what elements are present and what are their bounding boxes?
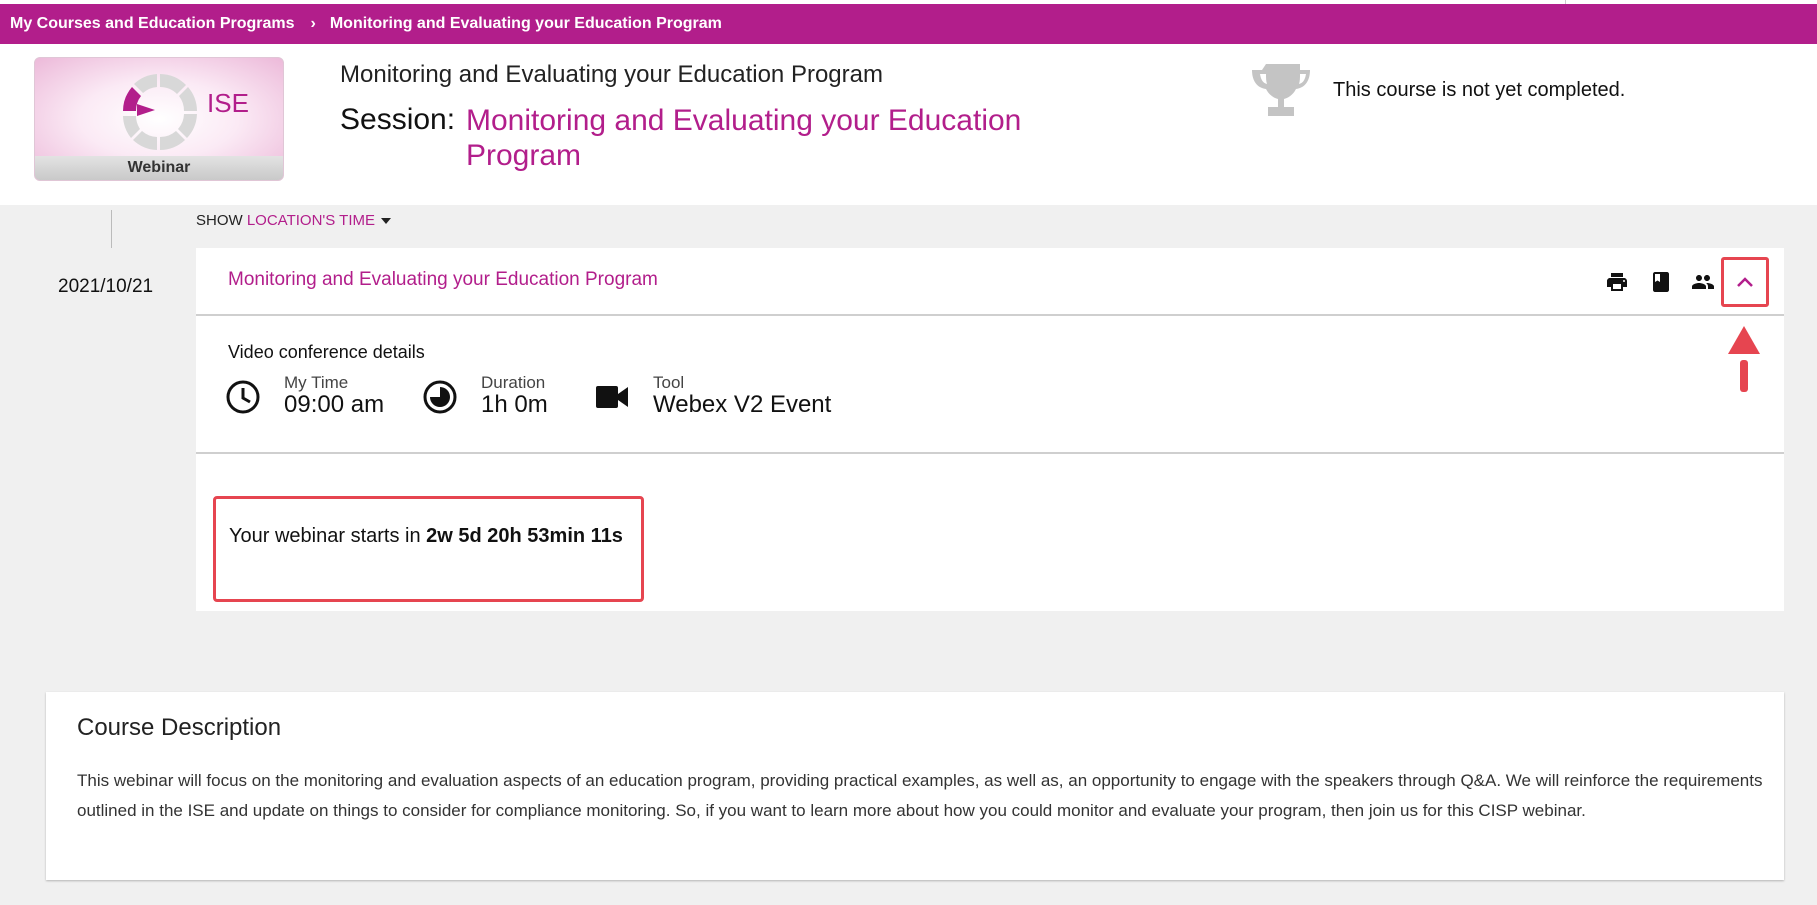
duration-value: 1h 0m [481, 391, 548, 418]
breadcrumb-current: Monitoring and Evaluating your Education… [329, 15, 722, 32]
countdown-highlight: Your webinar starts in 2w 5d 20h 53min 1… [213, 496, 644, 602]
thumbnail-type-label: Webinar [35, 156, 283, 180]
video-camera-icon [596, 386, 628, 408]
course-description-text: This webinar will focus on the monitorin… [77, 771, 1763, 820]
breadcrumb-separator: › [310, 15, 316, 32]
timeline-line [111, 210, 112, 248]
session-card: Monitoring and Evaluating your Education… [196, 248, 1784, 611]
collapse-button[interactable] [1721, 257, 1769, 307]
course-thumbnail: ISE Webinar [34, 57, 284, 181]
session-date: 2021/10/21 [58, 276, 154, 297]
tool-value: Webex V2 Event [653, 391, 832, 418]
countdown-prefix: Your webinar starts in [229, 525, 421, 547]
ise-logo-icon [123, 74, 197, 150]
session-name: Monitoring and Evaluating your Education… [466, 104, 1022, 172]
caret-down-icon[interactable] [381, 218, 392, 225]
annotation-arrow-shaft [1740, 360, 1748, 392]
course-header: ISE Webinar Monitoring and Evaluating yo… [0, 44, 1817, 205]
my-time-value: 09:00 am [284, 391, 385, 418]
timezone-option[interactable]: LOCATION'S TIME [247, 212, 375, 229]
session-label: Session: [340, 103, 456, 136]
tool: Tool Webex V2 Event [653, 374, 831, 418]
countdown-value: 2w 5d 20h 53min 11s [426, 525, 623, 547]
video-conference-heading: Video conference details [228, 342, 425, 362]
show-label: SHOW [196, 212, 243, 229]
timezone-toggle[interactable]: SHOW LOCATION'S TIME [196, 212, 392, 229]
duration: Duration 1h 0m [481, 374, 548, 418]
duration-label: Duration [481, 373, 546, 392]
people-icon[interactable] [1690, 270, 1716, 294]
trophy-icon [1252, 64, 1310, 116]
book-icon[interactable] [1649, 270, 1673, 294]
course-description-heading: Course Description [77, 714, 282, 741]
breadcrumb: My Courses and Education Programs › Moni… [0, 4, 1817, 44]
video-conference-details: Video conference details My Time 09:00 a… [196, 316, 1784, 454]
annotation-arrow-head [1728, 326, 1760, 354]
thumbnail-badge: ISE [207, 88, 249, 118]
completion-status: This course is not yet completed. [1333, 79, 1626, 101]
tool-label: Tool [653, 373, 685, 392]
my-time-label: My Time [284, 373, 349, 392]
duration-icon [423, 380, 457, 414]
breadcrumb-link-my-courses[interactable]: My Courses and Education Programs [10, 15, 295, 33]
print-icon[interactable] [1605, 270, 1629, 294]
clock-icon [226, 380, 260, 414]
course-description: Course Description This webinar will foc… [46, 692, 1784, 880]
webinar-countdown: Your webinar starts in 2w 5d 20h 53min 1… [229, 525, 623, 548]
chevron-up-icon [1737, 277, 1753, 287]
course-title: Monitoring and Evaluating your Education… [340, 61, 883, 88]
session-card-header: Monitoring and Evaluating your Education… [196, 248, 1784, 316]
my-time: My Time 09:00 am [284, 374, 384, 418]
session-title-link[interactable]: Monitoring and Evaluating your Education… [228, 269, 658, 291]
